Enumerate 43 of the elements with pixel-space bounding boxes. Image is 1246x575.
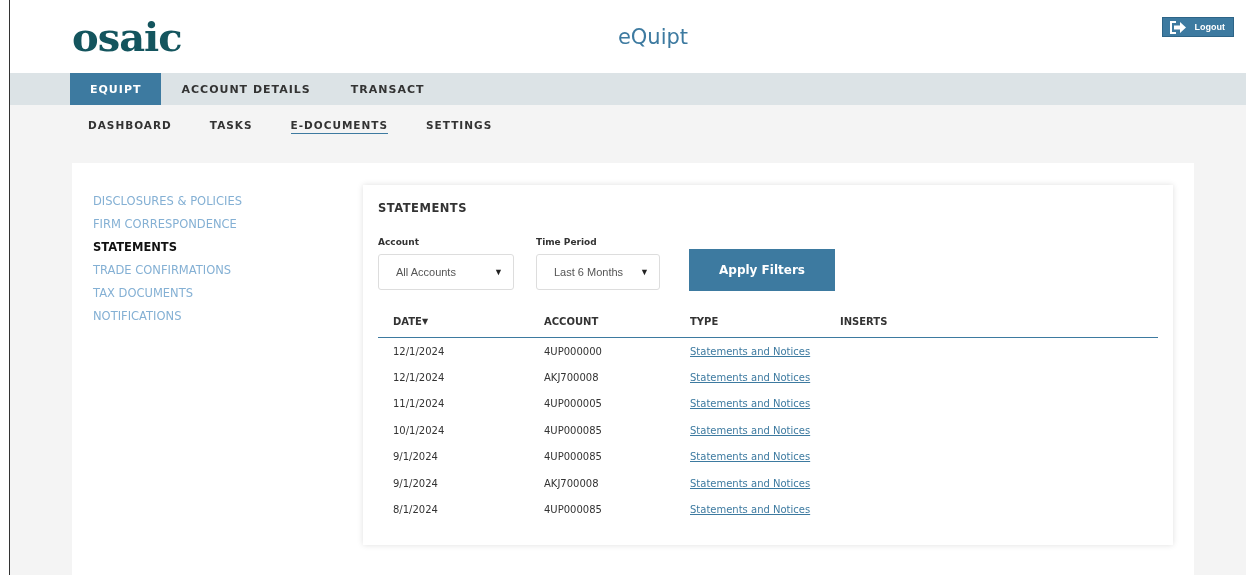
table-cell-text: 8/1/2024 — [393, 504, 439, 516]
document-link[interactable]: Statements and Notices — [690, 398, 811, 410]
document-link[interactable]: Statements and Notices — [690, 345, 811, 357]
table-cell-text: AKJ700008 — [544, 477, 600, 489]
document-link[interactable]: Statements and Notices — [690, 451, 811, 463]
document-link[interactable]: Statements and Notices — [690, 372, 811, 384]
logout-button[interactable]: Logout — [1161, 17, 1234, 37]
sub-nav-tab[interactable]: SETTINGS — [426, 118, 493, 134]
filter-dropdown[interactable]: All Accounts ▼ — [378, 254, 514, 290]
table-cell-text: 11/1/2024 — [393, 398, 446, 410]
table-cell-text: 4UP000085 — [544, 504, 603, 516]
sub-nav-tab[interactable]: DASHBOARD — [88, 118, 172, 134]
filter-dropdown[interactable]: Last 6 Months ▼ — [536, 254, 660, 290]
table-cell-text: 4UP000000 — [544, 345, 603, 357]
column-header: INSERTS — [840, 316, 889, 327]
document-link[interactable]: Statements and Notices — [690, 477, 811, 489]
apply-filters-button[interactable]: Apply Filters — [689, 249, 835, 291]
table-cell-text: 4UP000085 — [544, 424, 603, 436]
table-cell-text: 4UP000085 — [544, 451, 603, 463]
document-link[interactable]: Statements and Notices — [690, 504, 811, 516]
table-cell-text: 10/1/2024 — [393, 424, 446, 436]
logo: osaic — [72, 13, 183, 60]
sub-nav-tab[interactable]: E-DOCUMENTS — [290, 118, 389, 134]
table-cell-text: 4UP000005 — [544, 398, 603, 410]
filter-label: Time Period — [536, 237, 598, 247]
table-cell-text: 9/1/2024 — [393, 451, 439, 463]
app-title: eQuipt — [617, 24, 689, 49]
nav-tab[interactable]: TRANSACT — [330, 73, 445, 105]
filter-label: Account — [378, 237, 420, 247]
table-cell-text: 12/1/2024 — [393, 345, 446, 357]
table-cell-text: 9/1/2024 — [393, 477, 439, 489]
column-header[interactable]: DATE▼ — [393, 316, 544, 327]
logout-icon — [1168, 20, 1187, 34]
nav-tab[interactable]: EQUIPT — [70, 73, 162, 105]
column-header: ACCOUNT — [544, 316, 600, 327]
document-link[interactable]: Statements and Notices — [690, 424, 811, 436]
nav-tab[interactable]: ACCOUNT DETAILS — [161, 73, 331, 105]
table-cell-text: AKJ700008 — [544, 372, 600, 384]
sidebar-item[interactable]: STATEMENTS — [93, 239, 333, 256]
card-title: STATEMENTS — [378, 201, 468, 215]
sub-nav-tab[interactable]: TASKS — [209, 118, 253, 134]
table-cell-text: 12/1/2024 — [393, 372, 446, 384]
column-header: TYPE — [690, 316, 720, 327]
